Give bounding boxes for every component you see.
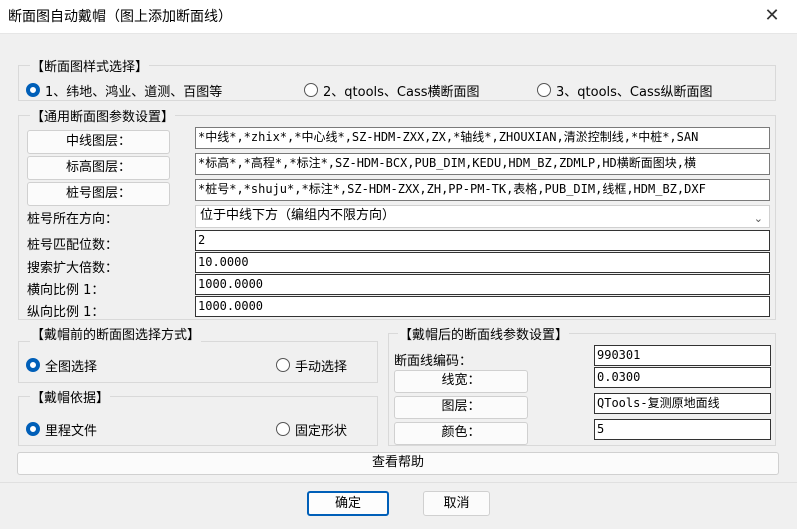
- style-option-1-label: 1、纬地、鸿业、道测、百图等: [45, 85, 223, 100]
- style-option-3-radio[interactable]: [537, 83, 551, 97]
- style-option-3-label: 3、qtools、Cass纵断面图: [556, 85, 713, 100]
- match-digits-field[interactable]: 2: [195, 230, 770, 251]
- direction-label: 桩号所在方向：: [27, 212, 119, 227]
- help-button[interactable]: 查看帮助: [17, 452, 779, 475]
- basis-option-mileage-label: 里程文件: [45, 424, 98, 439]
- cancel-button[interactable]: 取消: [423, 491, 490, 516]
- style-option-2-label: 2、qtools、Cass横断面图: [323, 85, 480, 100]
- select-option-all-label: 全图选择: [45, 360, 98, 375]
- pile-layer-button[interactable]: 桩号图层：: [27, 182, 170, 206]
- line-width-field[interactable]: 0.0300: [594, 367, 771, 388]
- line-width-button[interactable]: 线宽：: [394, 370, 528, 393]
- line-code-field[interactable]: 990301: [594, 345, 771, 366]
- search-factor-label: 搜索扩大倍数：: [27, 261, 119, 276]
- v-scale-field[interactable]: 1000.0000: [195, 296, 770, 317]
- basis-option-mileage[interactable]: 里程文件: [26, 419, 146, 439]
- match-digits-label: 桩号匹配位数：: [27, 238, 119, 253]
- center-layer-field[interactable]: *中线*,*zhix*,*中心线*,SZ-HDM-ZXX,ZX,*轴线*,ZHO…: [195, 127, 770, 149]
- style-option-1[interactable]: 1、纬地、鸿业、道测、百图等: [26, 80, 266, 100]
- search-factor-field[interactable]: 10.0000: [195, 252, 770, 273]
- basis-group-legend: 【戴帽依据】: [30, 387, 111, 406]
- basis-option-fixed-label: 固定形状: [295, 424, 348, 439]
- footer-divider: [0, 482, 797, 483]
- select-option-manual[interactable]: 手动选择: [276, 355, 376, 375]
- line-code-label: 断面线编码：: [394, 354, 473, 369]
- basis-option-mileage-radio[interactable]: [26, 422, 40, 436]
- direction-select-value: 位于中线下方（编组内不限方向）: [200, 208, 396, 223]
- chevron-down-icon[interactable]: ⌄: [754, 209, 763, 229]
- style-group-legend: 【断面图样式选择】: [30, 56, 150, 75]
- style-option-2-radio[interactable]: [304, 83, 318, 97]
- select-option-all[interactable]: 全图选择: [26, 355, 146, 375]
- h-scale-field[interactable]: 1000.0000: [195, 274, 770, 295]
- params-group-legend: 【通用断面图参数设置】: [30, 106, 176, 125]
- basis-option-fixed[interactable]: 固定形状: [276, 419, 376, 439]
- direction-select[interactable]: 位于中线下方（编组内不限方向） ⌄: [195, 205, 770, 228]
- style-option-1-radio[interactable]: [26, 83, 40, 97]
- ok-button[interactable]: 确定: [307, 491, 389, 516]
- line-group-legend: 【戴帽后的断面线参数设置】: [398, 324, 570, 343]
- pile-layer-field[interactable]: *桩号*,*shuju*,*标注*,SZ-HDM-ZXX,ZH,PP-PM-TK…: [195, 179, 770, 201]
- line-layer-field[interactable]: QTools-复测原地面线: [594, 393, 771, 414]
- style-option-3[interactable]: 3、qtools、Cass纵断面图: [537, 80, 757, 100]
- line-color-field[interactable]: 5: [594, 419, 771, 440]
- line-layer-button[interactable]: 图层：: [394, 396, 528, 419]
- v-scale-label: 纵向比例 1：: [27, 305, 105, 320]
- select-option-manual-radio[interactable]: [276, 358, 290, 372]
- select-option-manual-label: 手动选择: [295, 360, 348, 375]
- h-scale-label: 横向比例 1：: [27, 283, 105, 298]
- elev-layer-field[interactable]: *标高*,*高程*,*标注*,SZ-HDM-BCX,PUB_DIM,KEDU,H…: [195, 153, 770, 175]
- select-group-legend: 【戴帽前的断面图选择方式】: [30, 324, 202, 343]
- style-option-2[interactable]: 2、qtools、Cass横断面图: [304, 80, 524, 100]
- elev-layer-button[interactable]: 标高图层：: [27, 156, 170, 180]
- line-color-button[interactable]: 颜色：: [394, 422, 528, 445]
- select-option-all-radio[interactable]: [26, 358, 40, 372]
- close-icon[interactable]: ✕: [760, 4, 784, 28]
- window-title: 断面图自动戴帽（图上添加断面线）: [8, 9, 232, 25]
- center-layer-button[interactable]: 中线图层：: [27, 130, 170, 154]
- basis-option-fixed-radio[interactable]: [276, 422, 290, 436]
